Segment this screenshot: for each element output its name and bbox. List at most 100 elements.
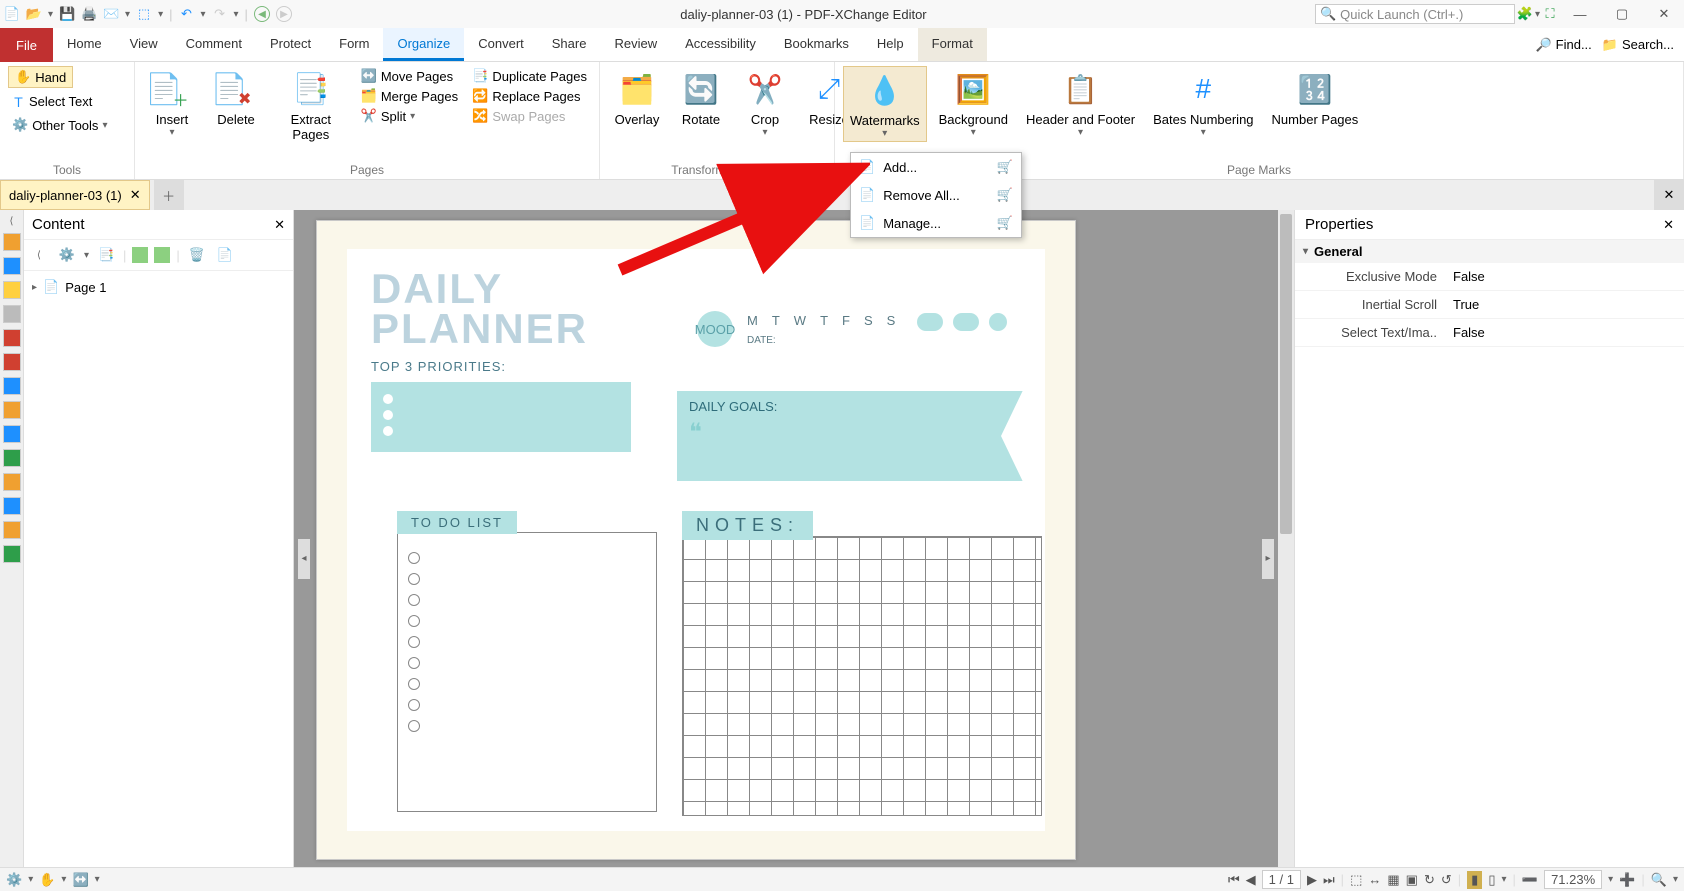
toolbar-copy-icon[interactable]: 📑 bbox=[95, 244, 117, 266]
dd-manage[interactable]: 📄 Manage... 🛒 bbox=[851, 209, 1021, 237]
extract-pages-button[interactable]: 📑 Extract Pages bbox=[271, 66, 351, 144]
delete-button[interactable]: 📄✖ Delete bbox=[207, 66, 265, 129]
open-icon[interactable]: 📂 bbox=[26, 6, 42, 22]
chevron-down-icon[interactable]: ▾ bbox=[61, 874, 66, 885]
new-tab-button[interactable]: ＋ bbox=[154, 180, 184, 210]
strip-signatures-icon[interactable] bbox=[3, 353, 21, 371]
collapse-right-icon[interactable]: ⟨ bbox=[28, 244, 50, 266]
toolbar-delete-icon[interactable]: 🗑️ bbox=[186, 244, 208, 266]
undo-icon[interactable]: ↶ bbox=[178, 6, 194, 22]
select-text-tool[interactable]: Ｔ Select Text bbox=[8, 90, 96, 113]
swap-pages-button[interactable]: 🔀Swap Pages bbox=[468, 106, 591, 126]
close-tab-icon[interactable]: ✕ bbox=[130, 187, 141, 203]
rotate-cw-icon[interactable]: ↻ bbox=[1424, 872, 1435, 888]
menu-format[interactable]: Format bbox=[918, 28, 987, 61]
panel-collapse-right[interactable]: ▸ bbox=[1262, 539, 1274, 579]
strip-links-icon[interactable] bbox=[3, 473, 21, 491]
strip-fields-icon[interactable] bbox=[3, 329, 21, 347]
dd-remove-all[interactable]: 📄 Remove All... 🛒 bbox=[851, 181, 1021, 209]
strip-spreadsheet-icon[interactable] bbox=[3, 521, 21, 539]
properties-section-general[interactable]: ▾ General bbox=[1295, 240, 1684, 263]
fit-page-icon[interactable]: ⬚ bbox=[1350, 872, 1362, 888]
chevron-down-icon[interactable]: ▾ bbox=[95, 874, 100, 885]
zoom-indicator[interactable]: 71.23% bbox=[1544, 870, 1602, 889]
find-button[interactable]: 🔎 Find... bbox=[1535, 37, 1591, 53]
save-icon[interactable]: 💾 bbox=[59, 6, 75, 22]
nav-back-icon[interactable]: ◀ bbox=[254, 6, 270, 22]
menu-file[interactable]: File bbox=[0, 28, 53, 62]
chevron-down-icon[interactable]: ▾ bbox=[28, 874, 33, 885]
email-dropdown[interactable]: ▾ bbox=[125, 9, 130, 20]
strip-3d-icon[interactable] bbox=[3, 449, 21, 467]
close-properties-icon[interactable]: ✕ bbox=[1663, 217, 1674, 233]
facing-icon[interactable]: ▣ bbox=[1406, 872, 1418, 888]
zoom-dropdown-icon[interactable]: ▾ bbox=[1608, 874, 1613, 885]
split-button[interactable]: ✂️Split▾ bbox=[357, 106, 463, 126]
panel-collapse-left[interactable]: ◂ bbox=[298, 539, 310, 579]
toolbar-gear-icon[interactable]: ⚙️ bbox=[56, 244, 78, 266]
prop-value[interactable]: True bbox=[1445, 291, 1684, 318]
email-icon[interactable]: ✉️ bbox=[103, 6, 119, 22]
ui-options-icon[interactable]: 🧩 bbox=[1517, 6, 1533, 22]
merge-pages-button[interactable]: 🗂️Merge Pages bbox=[357, 86, 463, 106]
fit-width-icon[interactable]: ↔ bbox=[1368, 872, 1381, 887]
strip-comments-icon[interactable] bbox=[3, 281, 21, 299]
last-page-icon[interactable]: ⏭ bbox=[1323, 872, 1335, 888]
continuous-icon[interactable]: ▯ bbox=[1488, 872, 1495, 888]
prev-page-icon[interactable]: ◀ bbox=[1246, 872, 1256, 888]
prop-value[interactable]: False bbox=[1445, 263, 1684, 290]
number-pages-button[interactable]: 🔢Number Pages bbox=[1266, 66, 1365, 129]
strip-bookmarks-icon[interactable] bbox=[3, 233, 21, 251]
search-button[interactable]: 📁 Search... bbox=[1602, 37, 1674, 53]
strip-accessibility-icon[interactable] bbox=[3, 545, 21, 563]
menu-review[interactable]: Review bbox=[600, 28, 671, 61]
chevron-down-icon[interactable]: ▾ bbox=[1673, 874, 1678, 885]
nav-fwd-icon[interactable]: ▶ bbox=[276, 6, 292, 22]
header-footer-button[interactable]: 📋Header and Footer▾ bbox=[1020, 66, 1141, 140]
replace-pages-button[interactable]: 🔁Replace Pages bbox=[468, 86, 591, 106]
menu-share[interactable]: Share bbox=[538, 28, 601, 61]
ui-options-dropdown[interactable]: ▾ bbox=[1535, 9, 1540, 20]
first-page-icon[interactable]: ⏮ bbox=[1228, 872, 1240, 888]
open-dropdown[interactable]: ▾ bbox=[48, 9, 53, 20]
layout-icon[interactable]: ▦ bbox=[1387, 872, 1399, 888]
chevron-down-icon[interactable]: ▾ bbox=[1501, 874, 1506, 885]
document-view[interactable]: DAILY PLANNER TOP 3 PRIORITIES: MOOD M T… bbox=[294, 210, 1294, 867]
prop-row-select-text-images[interactable]: Select Text/Ima.. False bbox=[1295, 319, 1684, 347]
scan-icon[interactable]: ⬚ bbox=[136, 6, 152, 22]
hand-tool[interactable]: ✋ Hand bbox=[8, 66, 73, 88]
minimize-button[interactable]: — bbox=[1560, 0, 1600, 28]
move-pages-button[interactable]: ↔️Move Pages bbox=[357, 66, 463, 86]
toolbar-green2-icon[interactable] bbox=[154, 247, 170, 263]
strip-layers-icon[interactable] bbox=[3, 377, 21, 395]
scan-dropdown[interactable]: ▾ bbox=[158, 9, 163, 20]
background-button[interactable]: 🖼️Background▾ bbox=[933, 66, 1014, 140]
prop-row-exclusive-mode[interactable]: Exclusive Mode False bbox=[1295, 263, 1684, 291]
zoom-in-icon[interactable]: ➕ bbox=[1619, 872, 1635, 888]
toolbar-green1-icon[interactable] bbox=[132, 247, 148, 263]
close-all-tabs-button[interactable]: ✕ bbox=[1654, 180, 1684, 210]
zoom-out-icon[interactable]: ➖ bbox=[1522, 872, 1538, 888]
toolbar-gear-dropdown[interactable]: ▾ bbox=[84, 250, 89, 261]
redo-dropdown[interactable]: ▾ bbox=[234, 9, 239, 20]
watermarks-button[interactable]: 💧Watermarks▾ bbox=[843, 66, 927, 142]
single-page-icon[interactable]: ▮ bbox=[1467, 871, 1482, 889]
menu-protect[interactable]: Protect bbox=[256, 28, 325, 61]
tree-expand-icon[interactable]: ▸ bbox=[32, 282, 37, 293]
tree-page-1[interactable]: ▸ 📄 Page 1 bbox=[32, 277, 285, 297]
quick-launch-input[interactable]: 🔍 Quick Launch (Ctrl+.) bbox=[1315, 4, 1515, 24]
vertical-scrollbar[interactable] bbox=[1278, 210, 1294, 867]
redo-icon[interactable]: ↷ bbox=[212, 6, 228, 22]
print-icon[interactable]: 🖨️ bbox=[81, 6, 97, 22]
status-extra-icon[interactable]: ↔️ bbox=[72, 872, 88, 888]
overlay-button[interactable]: 🗂️Overlay bbox=[608, 66, 666, 129]
menu-comment[interactable]: Comment bbox=[172, 28, 256, 61]
strip-attachments-icon[interactable] bbox=[3, 305, 21, 323]
other-tools[interactable]: ⚙️ Other Tools ▾ bbox=[8, 115, 111, 135]
prop-value[interactable]: False bbox=[1445, 319, 1684, 346]
close-button[interactable]: ✕ bbox=[1644, 0, 1684, 28]
rotate-button[interactable]: 🔄Rotate bbox=[672, 66, 730, 129]
toolbar-props-icon[interactable]: 📄 bbox=[214, 244, 236, 266]
menu-home[interactable]: Home bbox=[53, 28, 116, 61]
bates-numbering-button[interactable]: #Bates Numbering▾ bbox=[1147, 66, 1259, 140]
